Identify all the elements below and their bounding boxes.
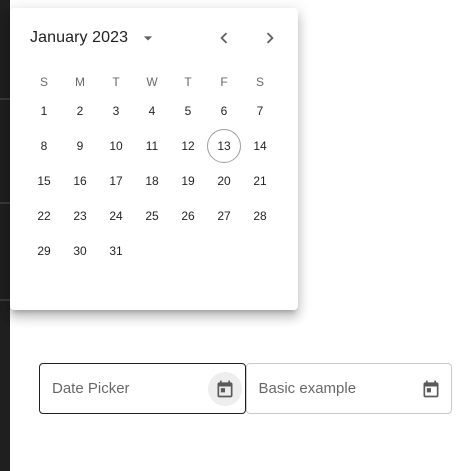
day-grid: 1 2 3 4 5 6 7 8 9 10 11 12 13 14 15 16 17 18 19 20 21 22 23 24 2…	[26, 94, 290, 268]
weekday-label: W	[146, 75, 158, 89]
weekday-label: S	[39, 75, 48, 89]
weekday-label: F	[220, 75, 228, 89]
day-button[interactable]: 26	[171, 199, 205, 233]
date-picker-field[interactable]: Date Picker	[39, 363, 246, 414]
day-button[interactable]: 15	[27, 164, 61, 198]
day-button[interactable]: 3	[99, 94, 133, 128]
day-button[interactable]: 24	[99, 199, 133, 233]
weekday-label: S	[255, 75, 264, 89]
weekday-header-row: SMTWTFS	[26, 72, 290, 92]
day-button[interactable]: 14	[243, 129, 277, 163]
day-button[interactable]: 25	[135, 199, 169, 233]
day-button[interactable]: 29	[27, 234, 61, 268]
day-button[interactable]: 1	[27, 94, 61, 128]
chevron-right-icon	[266, 32, 274, 44]
day-button[interactable]: 31	[99, 234, 133, 268]
calendar-header: January 2023	[30, 23, 286, 53]
day-button[interactable]: 16	[63, 164, 97, 198]
date-fields-row: Date Picker Basic example	[39, 363, 452, 414]
day-button[interactable]: 5	[171, 94, 205, 128]
chevron-left-icon	[220, 32, 228, 44]
day-button[interactable]: 23	[63, 199, 97, 233]
previous-month-button[interactable]	[208, 22, 240, 54]
day-button[interactable]: 21	[243, 164, 277, 198]
day-button[interactable]: 30	[63, 234, 97, 268]
month-navigation	[194, 22, 286, 54]
year-view-toggle-button[interactable]	[136, 26, 160, 50]
next-month-button[interactable]	[254, 22, 286, 54]
open-calendar-button[interactable]	[414, 372, 448, 406]
open-calendar-button[interactable]	[207, 371, 242, 406]
day-button[interactable]: 18	[135, 164, 169, 198]
day-button[interactable]: 9	[63, 129, 97, 163]
day-button[interactable]: 11	[135, 129, 169, 163]
calendar-icon	[423, 380, 439, 397]
day-button[interactable]: 6	[207, 94, 241, 128]
day-button[interactable]: 28	[243, 199, 277, 233]
day-button[interactable]: 27	[207, 199, 241, 233]
day-button[interactable]: 20	[207, 164, 241, 198]
day-button[interactable]: 4	[135, 94, 169, 128]
day-button-today[interactable]: 13	[207, 129, 241, 163]
day-button[interactable]: 12	[171, 129, 205, 163]
day-button[interactable]: 2	[63, 94, 97, 128]
day-button[interactable]: 10	[99, 129, 133, 163]
day-button[interactable]: 19	[171, 164, 205, 198]
month-year-label[interactable]: January 2023	[30, 29, 128, 47]
day-button[interactable]: 22	[27, 199, 61, 233]
day-button[interactable]: 17	[99, 164, 133, 198]
arrow-drop-down-icon	[144, 36, 153, 41]
basic-example-field[interactable]: Basic example	[245, 363, 452, 414]
weekday-label: T	[184, 75, 192, 89]
weekday-label: T	[112, 75, 120, 89]
date-picker-label: Date Picker	[52, 380, 130, 397]
calendar-icon	[217, 380, 232, 397]
day-button[interactable]: 8	[27, 129, 61, 163]
day-button[interactable]: 7	[243, 94, 277, 128]
calendar-popup: January 2023 SMTWTFS 1 2 3 4 5 6 7 8 9 10 11 12 13 14…	[10, 8, 298, 310]
weekday-label: M	[75, 75, 85, 89]
basic-example-label: Basic example	[258, 380, 357, 397]
